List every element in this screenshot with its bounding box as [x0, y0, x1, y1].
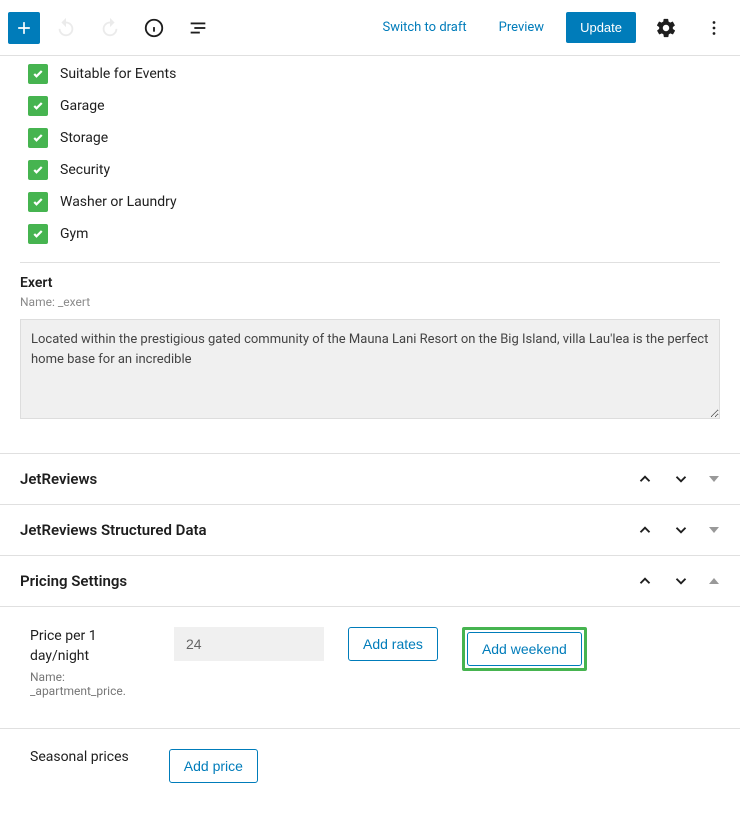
price-field-name: Name: _apartment_price.: [30, 670, 150, 698]
checkbox-checked[interactable]: [28, 64, 48, 84]
pricing-body: Price per 1 day/night Name: _apartment_p…: [0, 607, 740, 729]
editor-toolbar: Switch to draft Preview Update: [0, 0, 740, 56]
switch-to-draft-button[interactable]: Switch to draft: [372, 14, 476, 41]
amenity-row: Garage: [20, 96, 720, 116]
checkbox-checked[interactable]: [28, 128, 48, 148]
price-input[interactable]: [174, 627, 324, 661]
exert-title: Exert: [20, 275, 720, 291]
more-options-icon[interactable]: [696, 10, 732, 46]
amenity-label: Gym: [60, 226, 88, 242]
amenity-row: Washer or Laundry: [20, 192, 720, 212]
seasonal-label: Seasonal prices: [30, 749, 129, 765]
price-label: Price per 1 day/night: [30, 627, 150, 666]
content-area: Suitable for Events Garage Storage Secur…: [0, 56, 740, 423]
settings-icon[interactable]: [648, 10, 684, 46]
panel-controls: [636, 572, 720, 590]
toolbar-left: [8, 10, 216, 46]
triangle-down-icon[interactable]: [708, 473, 720, 485]
highlight-frame: Add weekend: [462, 627, 587, 671]
panel-title: JetReviews: [20, 470, 97, 488]
panel-pricing[interactable]: Pricing Settings: [0, 556, 740, 607]
undo-button[interactable]: [48, 10, 84, 46]
seasonal-row: Seasonal prices Add price: [0, 729, 740, 813]
amenity-label: Suitable for Events: [60, 66, 176, 82]
chevron-up-icon[interactable]: [636, 521, 654, 539]
amenity-row: Gym: [20, 224, 720, 244]
redo-button[interactable]: [92, 10, 128, 46]
add-rates-button[interactable]: Add rates: [348, 627, 438, 661]
chevron-down-icon[interactable]: [672, 521, 690, 539]
checkbox-checked[interactable]: [28, 96, 48, 116]
amenity-label: Storage: [60, 130, 108, 146]
triangle-up-icon[interactable]: [708, 575, 720, 587]
add-price-button[interactable]: Add price: [169, 749, 258, 783]
panel-title: Pricing Settings: [20, 572, 127, 590]
chevron-up-icon[interactable]: [636, 572, 654, 590]
panel-jetreviews[interactable]: JetReviews: [0, 453, 740, 505]
exert-field-name: Name: _exert: [20, 295, 720, 309]
toolbar-right: Switch to draft Preview Update: [372, 10, 732, 46]
info-icon[interactable]: [136, 10, 172, 46]
panel-controls: [636, 521, 720, 539]
price-label-block: Price per 1 day/night Name: _apartment_p…: [30, 627, 150, 698]
amenity-row: Security: [20, 160, 720, 180]
amenity-row: Suitable for Events: [20, 64, 720, 84]
triangle-down-icon[interactable]: [708, 524, 720, 536]
outline-icon[interactable]: [180, 10, 216, 46]
amenity-row: Storage: [20, 128, 720, 148]
chevron-down-icon[interactable]: [672, 572, 690, 590]
panel-controls: [636, 470, 720, 488]
checkbox-checked[interactable]: [28, 192, 48, 212]
preview-button[interactable]: Preview: [489, 14, 554, 41]
add-weekend-button[interactable]: Add weekend: [467, 632, 582, 666]
add-block-button[interactable]: [8, 12, 40, 44]
amenity-label: Garage: [60, 98, 105, 114]
chevron-down-icon[interactable]: [672, 470, 690, 488]
checkbox-checked[interactable]: [28, 160, 48, 180]
panel-jetreviews-sd[interactable]: JetReviews Structured Data: [0, 505, 740, 556]
amenity-label: Security: [60, 162, 110, 178]
checkbox-checked[interactable]: [28, 224, 48, 244]
update-button[interactable]: Update: [566, 12, 636, 43]
exert-textarea[interactable]: [20, 319, 720, 419]
panel-title: JetReviews Structured Data: [20, 521, 207, 539]
amenity-label: Washer or Laundry: [60, 194, 177, 210]
chevron-up-icon[interactable]: [636, 470, 654, 488]
